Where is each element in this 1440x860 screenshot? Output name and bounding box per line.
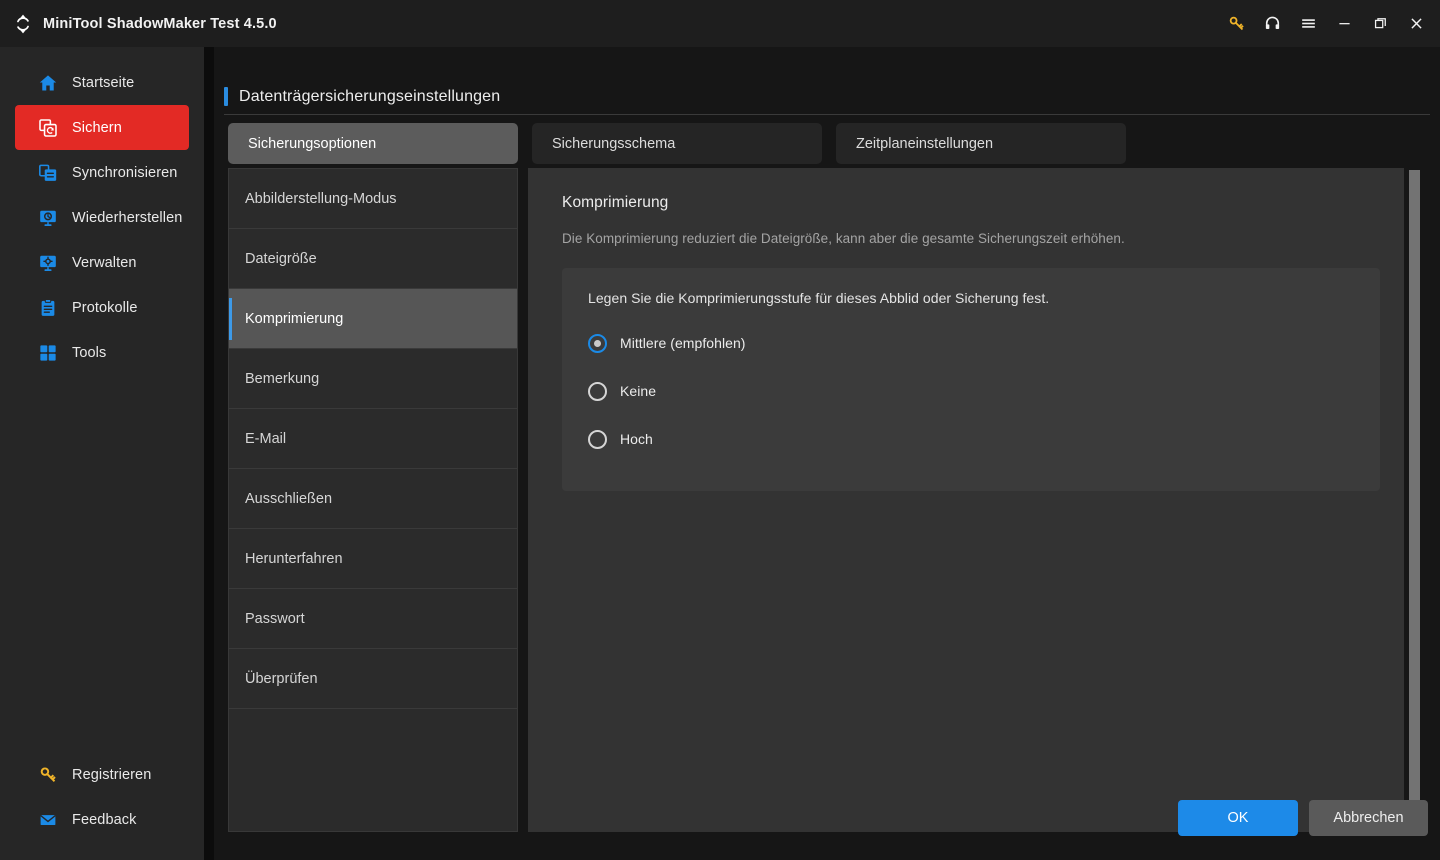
radio-button[interactable]: [588, 430, 607, 449]
radio-label: Mittlere (empfohlen): [620, 335, 746, 351]
radio-option-hoch[interactable]: Hoch: [588, 428, 1354, 450]
tools-icon: [37, 342, 58, 363]
option-item-dateigroesse[interactable]: Dateigröße: [229, 229, 517, 289]
window-title: MiniTool ShadowMaker Test 4.5.0: [43, 16, 277, 32]
sidebar-item-synchronisieren[interactable]: Synchronisieren: [15, 150, 189, 195]
application-window: MiniTool ShadowMaker Test 4.5.0: [0, 0, 1440, 860]
close-icon[interactable]: [1398, 4, 1434, 44]
option-item-label: Dateigröße: [245, 251, 317, 267]
options-list-filler: [229, 709, 517, 773]
option-item-label: Komprimierung: [245, 311, 343, 327]
tab-label: Sicherungsschema: [552, 136, 675, 152]
page-title-accent-bar: [224, 87, 228, 106]
sidebar-item-label: Sichern: [72, 120, 122, 136]
title-bar: MiniTool ShadowMaker Test 4.5.0: [0, 0, 1440, 47]
tab-sicherungsoptionen[interactable]: Sicherungsoptionen: [228, 123, 518, 164]
option-item-bemerkung[interactable]: Bemerkung: [229, 349, 517, 409]
option-item-herunterfahren[interactable]: Herunterfahren: [229, 529, 517, 589]
sidebar-item-label: Feedback: [72, 812, 136, 828]
option-item-label: Überprüfen: [245, 671, 318, 687]
sidebar-item-label: Verwalten: [72, 255, 137, 271]
menu-icon[interactable]: [1290, 4, 1326, 44]
sidebar-item-label: Protokolle: [72, 300, 137, 316]
radio-label: Keine: [620, 383, 656, 399]
title-bar-left: MiniTool ShadowMaker Test 4.5.0: [0, 13, 277, 35]
scrollbar-thumb[interactable]: [1409, 170, 1420, 830]
sidebar-item-label: Synchronisieren: [72, 165, 177, 181]
option-item-ausschliessen[interactable]: Ausschließen: [229, 469, 517, 529]
manage-icon: [37, 252, 58, 273]
title-bar-controls: [1218, 0, 1440, 47]
compression-level-box: Legen Sie die Komprimierungsstufe für di…: [562, 268, 1380, 491]
cancel-button-label: Abbrechen: [1333, 810, 1403, 826]
sidebar-item-label: Wiederherstellen: [72, 210, 182, 226]
sync-icon: [37, 162, 58, 183]
tab-zeitplaneinstellungen[interactable]: Zeitplaneinstellungen: [836, 123, 1126, 164]
tab-bar: Sicherungsoptionen Sicherungsschema Zeit…: [228, 123, 1126, 164]
minimize-icon[interactable]: [1326, 4, 1362, 44]
sidebar-item-startseite[interactable]: Startseite: [15, 60, 189, 105]
sidebar-item-sichern[interactable]: Sichern: [15, 105, 189, 150]
option-item-label: Bemerkung: [245, 371, 319, 387]
sidebar-item-feedback[interactable]: Feedback: [15, 797, 189, 842]
radio-label: Hoch: [620, 431, 653, 447]
option-item-label: E-Mail: [245, 431, 286, 447]
radio-option-mittlere[interactable]: Mittlere (empfohlen): [588, 332, 1354, 354]
option-item-abbilderstellung-modus[interactable]: Abbilderstellung-Modus: [229, 169, 517, 229]
page-title: Datenträgersicherungseinstellungen: [239, 88, 500, 106]
settings-panel-inner: Komprimierung Die Komprimierung reduzier…: [528, 168, 1414, 491]
option-item-label: Ausschließen: [245, 491, 332, 507]
option-item-komprimierung[interactable]: Komprimierung: [229, 289, 517, 349]
sidebar-bottom-nav: Registrieren Feedback: [0, 752, 204, 842]
tab-label: Zeitplaneinstellungen: [856, 136, 993, 152]
settings-scrollbar[interactable]: [1404, 168, 1426, 832]
dialog-footer: OK Abbrechen: [214, 786, 1440, 860]
sidebar-item-protokolle[interactable]: Protokolle: [15, 285, 189, 330]
home-icon: [37, 72, 58, 93]
sidebar-item-label: Registrieren: [72, 767, 151, 783]
page-header: Datenträgersicherungseinstellungen: [224, 79, 1430, 115]
backup-icon: [37, 117, 58, 138]
option-item-label: Abbilderstellung-Modus: [245, 191, 397, 207]
logs-icon: [37, 297, 58, 318]
key-icon[interactable]: [1218, 4, 1254, 44]
radio-option-keine[interactable]: Keine: [588, 380, 1354, 402]
shadowmaker-logo-icon: [12, 13, 34, 35]
settings-panel: Komprimierung Die Komprimierung reduzier…: [528, 168, 1414, 832]
settings-title: Komprimierung: [562, 194, 1380, 212]
ok-button-label: OK: [1228, 810, 1249, 826]
option-item-label: Herunterfahren: [245, 551, 343, 567]
sidebar-item-label: Tools: [72, 345, 106, 361]
radio-button[interactable]: [588, 334, 607, 353]
mail-icon: [37, 809, 58, 830]
sidebar-item-label: Startseite: [72, 75, 134, 91]
sidebar-item-verwalten[interactable]: Verwalten: [15, 240, 189, 285]
radio-button[interactable]: [588, 382, 607, 401]
restore-icon: [37, 207, 58, 228]
option-item-label: Passwort: [245, 611, 305, 627]
options-list: Abbilderstellung-Modus Dateigröße Kompri…: [228, 168, 518, 832]
cancel-button[interactable]: Abbrechen: [1309, 800, 1428, 836]
sidebar-item-wiederherstellen[interactable]: Wiederherstellen: [15, 195, 189, 240]
sidebar: Startseite Sichern: [0, 47, 204, 860]
maximize-icon[interactable]: [1362, 4, 1398, 44]
sidebar-item-registrieren[interactable]: Registrieren: [15, 752, 189, 797]
tab-sicherungsschema[interactable]: Sicherungsschema: [532, 123, 822, 164]
sidebar-nav: Startseite Sichern: [0, 60, 204, 375]
ok-button[interactable]: OK: [1178, 800, 1298, 836]
sidebar-item-tools[interactable]: Tools: [15, 330, 189, 375]
option-item-email[interactable]: E-Mail: [229, 409, 517, 469]
settings-description: Die Komprimierung reduziert die Dateigrö…: [562, 231, 1380, 246]
option-item-passwort[interactable]: Passwort: [229, 589, 517, 649]
main-content: Datenträgersicherungseinstellungen Siche…: [214, 47, 1440, 860]
option-item-ueberpruefen[interactable]: Überprüfen: [229, 649, 517, 709]
compression-level-label: Legen Sie die Komprimierungsstufe für di…: [588, 290, 1354, 306]
tab-label: Sicherungsoptionen: [248, 136, 376, 152]
headset-icon[interactable]: [1254, 4, 1290, 44]
key-icon: [37, 764, 58, 785]
sidebar-divider: [204, 47, 214, 860]
